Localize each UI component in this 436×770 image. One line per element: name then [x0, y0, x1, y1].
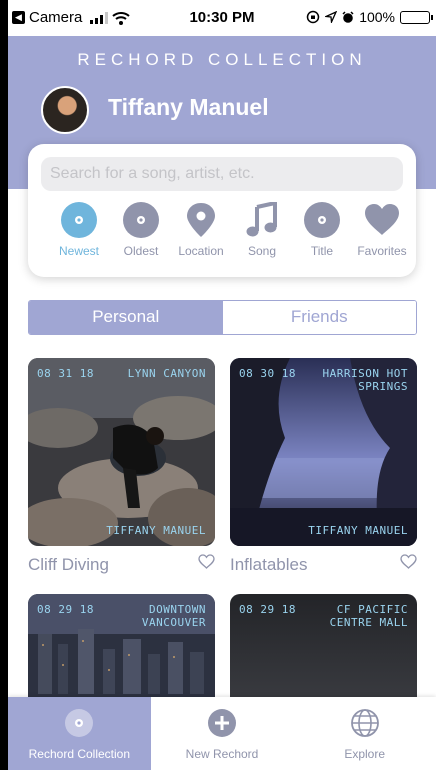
filter-favorites[interactable]: Favorites [350, 202, 414, 258]
battery-percent: 100% [359, 9, 395, 25]
music-note-icon [246, 202, 277, 237]
status-right: 100% [306, 9, 433, 25]
rechord-date: 08 30 18 [239, 367, 296, 380]
record-icon [65, 709, 94, 737]
bottom-tab-bar: Rechord Collection New Rechord Explore [8, 697, 436, 770]
rechord-owner: TIFFANY MANUEL [308, 524, 408, 537]
rechord-photo[interactable]: 08 31 18 LYNN CANYON TIFFANY MANUEL [28, 358, 215, 546]
rechord-title[interactable]: Cliff Diving [28, 555, 109, 575]
rechord-date: 08 31 18 [37, 367, 94, 380]
tab-new-rechord[interactable]: New Rechord [151, 697, 294, 770]
filter-label: Oldest [123, 244, 159, 258]
rechord-date: 08 29 18 [239, 603, 296, 616]
orientation-lock-icon [306, 10, 320, 24]
rechord-location: CF PACIFIC CENTRE MALL [329, 603, 408, 629]
plus-circle-icon [208, 709, 236, 737]
battery-icon [400, 10, 433, 24]
rechord-photo-image [28, 358, 215, 546]
favorite-heart-icon[interactable] [400, 554, 417, 569]
rechord-title[interactable]: Inflatables [230, 555, 308, 575]
record-icon [304, 202, 340, 238]
tab-label: Explore [344, 747, 386, 761]
alarm-icon [342, 10, 354, 23]
search-filter-card: Newest Oldest Location [28, 144, 416, 277]
tab-personal[interactable]: Personal [29, 301, 223, 334]
filter-oldest[interactable]: Oldest [109, 202, 173, 258]
sort-filter-bar: Newest Oldest Location Song Title Favori… [28, 202, 416, 272]
rechord-location: LYNN CANYON [127, 367, 206, 380]
filter-label: Song [247, 244, 277, 258]
tab-label: New Rechord [185, 747, 259, 761]
filter-newest[interactable]: Newest [47, 202, 111, 258]
filter-song[interactable]: Song [230, 202, 294, 258]
rechord-photo[interactable]: 08 30 18 HARRISON HOT SPRINGS TIFFANY MA… [230, 358, 417, 546]
record-icon [123, 202, 159, 238]
filter-location[interactable]: Location [169, 202, 233, 258]
heart-icon [365, 204, 399, 235]
filter-label: Title [310, 244, 334, 258]
collection-tabs: Personal Friends [28, 300, 417, 335]
location-arrow-icon [325, 11, 338, 23]
favorite-heart-icon[interactable] [198, 554, 215, 569]
globe-icon [350, 709, 379, 737]
rechord-location: HARRISON HOT SPRINGS [322, 367, 408, 393]
tab-label: Rechord Collection [28, 747, 131, 761]
search-input[interactable] [41, 157, 403, 191]
user-name: Tiffany Manuel [108, 94, 269, 120]
tab-friends[interactable]: Friends [222, 301, 416, 334]
filter-label: Location [178, 244, 224, 258]
avatar[interactable] [41, 86, 89, 134]
location-pin-icon [187, 203, 215, 237]
app-screen: ◀ Camera 10:30 PM 100% RECHORD COLLECTIO… [8, 0, 436, 770]
tab-explore[interactable]: Explore [293, 697, 436, 770]
filter-label: Newest [58, 244, 99, 258]
rechord-date: 08 29 18 [37, 603, 94, 616]
status-bar: ◀ Camera 10:30 PM 100% [8, 0, 436, 36]
filter-label: Favorites [357, 244, 407, 258]
filter-title[interactable]: Title [290, 202, 354, 258]
rechord-location: DOWNTOWN VANCOUVER [141, 603, 206, 629]
record-icon [61, 202, 97, 238]
app-title: RECHORD COLLECTION [77, 50, 367, 69]
tab-rechord-collection[interactable]: Rechord Collection [8, 697, 151, 770]
rechord-owner: TIFFANY MANUEL [106, 524, 206, 537]
